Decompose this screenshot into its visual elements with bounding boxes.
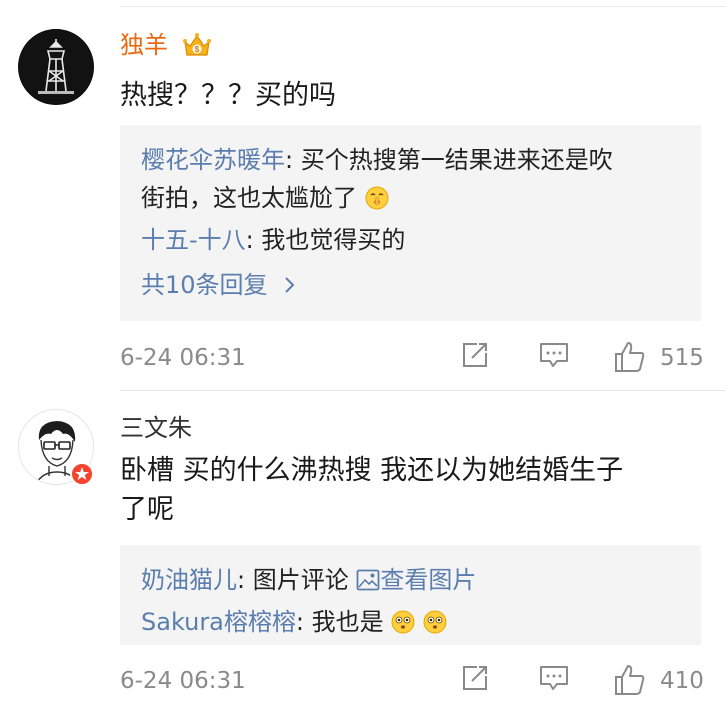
- like-icon[interactable]: [613, 663, 647, 697]
- reply-box[interactable]: 樱花伞苏暖年: 买个热搜第一结果进来还是吹 街拍，这也太尴尬了 十五-十八: 我…: [120, 125, 701, 321]
- more-replies-link[interactable]: 共10条回复: [141, 266, 686, 304]
- reply-item[interactable]: 十五-十八: 我也觉得买的: [141, 221, 686, 259]
- comment-content: 卧槽 买的什么沸热搜 我还以为她结婚生子 了呢: [120, 451, 715, 529]
- comment-icon[interactable]: [538, 340, 570, 370]
- verified-badge-icon: [70, 462, 94, 486]
- reply-username[interactable]: 十五-十八: [141, 226, 246, 254]
- comment-item: 独羊 $ 热搜？？？买的吗 樱花伞苏暖年: 买个热搜第一结果进来还是吹 街拍，这…: [0, 0, 725, 390]
- reply-separator: :: [245, 226, 262, 254]
- reply-item[interactable]: Sakura榕榕榕: 我也是: [141, 603, 686, 641]
- water-tower-avatar: [18, 29, 94, 105]
- avatar[interactable]: [18, 29, 94, 105]
- reply-username[interactable]: 樱花伞苏暖年: [141, 146, 285, 174]
- reply-username[interactable]: 奶油猫儿: [141, 566, 237, 594]
- comment-content-line: 了呢: [120, 494, 174, 525]
- reply-separator: :: [285, 146, 301, 174]
- reply-text: 买个热搜第一结果进来还是吹: [300, 146, 613, 174]
- chevron-right-icon: [285, 277, 295, 293]
- shushing-face-emoji: [365, 186, 389, 210]
- vip-crown-icon[interactable]: $: [182, 30, 212, 60]
- flushed-face-emoji: [391, 610, 415, 634]
- reply-item[interactable]: 樱花伞苏暖年: 买个热搜第一结果进来还是吹: [141, 141, 686, 179]
- reply-item[interactable]: 奶油猫儿: 图片评论 查看图片: [141, 561, 686, 599]
- like-count: 410: [660, 668, 704, 694]
- more-replies-label: 共10条回复: [141, 271, 268, 299]
- comment-content-line: 卧槽 买的什么沸热搜 我还以为她结婚生子: [120, 455, 624, 486]
- comment-content: 热搜？？？买的吗: [120, 80, 336, 111]
- image-icon: [356, 569, 380, 591]
- reply-text: 图片评论: [252, 566, 357, 594]
- reply-box[interactable]: 奶油猫儿: 图片评论 查看图片 Sakura榕榕榕: 我也是: [120, 545, 701, 645]
- comment-footer: 6-24 06:31 515: [120, 340, 705, 376]
- username[interactable]: 独羊: [120, 31, 168, 59]
- username[interactable]: 三文朱: [120, 414, 192, 442]
- reply-text: 街拍，这也太尴尬了: [141, 184, 357, 212]
- view-image-label: 查看图片: [380, 566, 477, 594]
- view-image-link[interactable]: 查看图片: [356, 566, 476, 594]
- timestamp: 6-24 06:31: [120, 345, 246, 371]
- reply-username[interactable]: Sakura榕榕榕: [141, 608, 296, 636]
- comment-footer: 6-24 06:31 410: [120, 663, 705, 699]
- svg-text:$: $: [195, 45, 200, 54]
- timestamp: 6-24 06:31: [120, 668, 246, 694]
- reply-item-continued: 街拍，这也太尴尬了: [141, 179, 686, 217]
- like-icon[interactable]: [613, 340, 647, 374]
- comment-item: 三文朱 卧槽 买的什么沸热搜 我还以为她结婚生子 了呢 奶油猫儿: 图片评论 查…: [0, 390, 725, 707]
- like-count: 515: [660, 345, 704, 371]
- share-icon[interactable]: [460, 663, 490, 693]
- comment-icon[interactable]: [538, 663, 570, 693]
- flushed-face-emoji: [423, 610, 447, 634]
- reply-separator: :: [295, 608, 312, 636]
- reply-text: 我也是: [311, 608, 384, 636]
- reply-separator: :: [237, 566, 253, 594]
- reply-text: 我也觉得买的: [261, 226, 406, 254]
- share-icon[interactable]: [460, 340, 490, 370]
